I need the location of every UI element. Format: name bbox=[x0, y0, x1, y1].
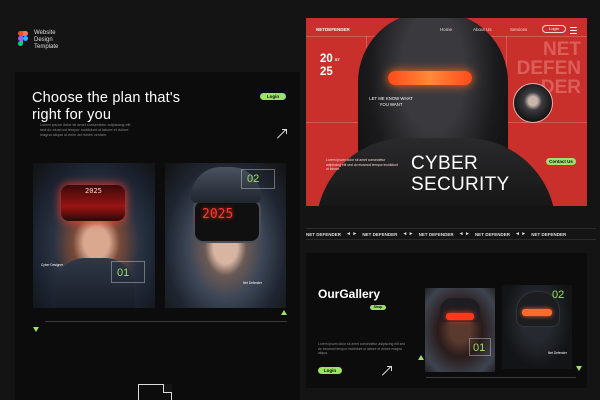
ticker-item: NET DEFENDER bbox=[418, 231, 454, 237]
ticker-separator: ◄ ► bbox=[514, 231, 527, 237]
ticker-item: NET DEFENDER bbox=[531, 231, 567, 237]
arrow-up-right-icon[interactable] bbox=[382, 366, 392, 376]
pricing-plan-panel: Choose the plan that's right for you Log… bbox=[15, 72, 300, 400]
nav-home[interactable]: Home bbox=[440, 27, 452, 32]
document-icon bbox=[138, 384, 172, 400]
brand-header: Website Design Template bbox=[18, 30, 58, 51]
hero-logo[interactable]: NETDEFENDER bbox=[316, 27, 350, 32]
card-number: 01 bbox=[473, 342, 486, 354]
hero-description: Lorem ipsum dolor sit amet consectetur a… bbox=[326, 158, 398, 171]
ticker-bar: NET DEFENDER ◄ ► NET DEFENDER ◄ ► NET DE… bbox=[306, 228, 596, 240]
plan-description: Lorem ipsum dolor sit amet consectetur a… bbox=[40, 123, 131, 137]
divider bbox=[426, 377, 576, 378]
hero-title: CYBER SECURITY bbox=[411, 153, 510, 195]
hero-visor-glow bbox=[388, 71, 472, 85]
gallery-panel: OurGallery Shop Lorem ipsum dolor sit am… bbox=[306, 253, 587, 388]
gallery-title: OurGallery bbox=[318, 287, 381, 301]
hero-tagline: LET ME KNOW WHAT YOU WANT bbox=[369, 96, 413, 107]
nav-services[interactable]: Services bbox=[510, 27, 527, 32]
arrow-up-icon[interactable] bbox=[281, 310, 287, 315]
card-caption: Net Defender bbox=[243, 281, 262, 285]
ticker-item: NET DEFENDER bbox=[362, 231, 398, 237]
card-caption: Net Defender bbox=[548, 351, 567, 355]
gallery-description: Lorem ipsum dolor sit amet consectetur a… bbox=[318, 342, 406, 355]
ticker-item: NET DEFENDER bbox=[306, 231, 342, 237]
brand-name: Website Design Template bbox=[34, 30, 59, 50]
shop-button[interactable]: Shop bbox=[370, 305, 386, 310]
hero-year: 20 ST 25 bbox=[320, 53, 340, 78]
gallery-image-2[interactable]: 02 Net Defender bbox=[502, 285, 572, 369]
arrow-down-icon[interactable] bbox=[33, 327, 39, 332]
hero-section: NET DEFEN DER NETDEFENDER Home About Us … bbox=[306, 18, 587, 206]
menu-icon[interactable] bbox=[570, 27, 577, 36]
arrow-up-icon[interactable] bbox=[418, 355, 424, 360]
gallery-card-1[interactable]: 2025 Cyber Designer 01 bbox=[33, 163, 155, 308]
ticker-separator: ◄ ► bbox=[458, 231, 470, 237]
gallery-card-2[interactable]: 2025 02 Net Defender bbox=[165, 163, 286, 308]
visor-text: 2025 bbox=[202, 207, 234, 222]
ticker-separator: ◄ ► bbox=[346, 231, 358, 237]
arrow-down-icon[interactable] bbox=[576, 366, 582, 371]
gallery-login-button[interactable]: Login bbox=[318, 367, 342, 374]
plan-title: Choose the plan that's right for you bbox=[32, 90, 181, 123]
avatar[interactable] bbox=[513, 83, 553, 123]
hero-login-button[interactable]: Login bbox=[542, 25, 566, 33]
card-caption: Cyber Designer bbox=[41, 263, 64, 267]
divider bbox=[45, 321, 287, 322]
ticker-separator: ◄ ► bbox=[402, 231, 414, 237]
card-number: 02 bbox=[552, 289, 565, 301]
card-number: 01 bbox=[117, 267, 130, 279]
arrow-up-right-icon[interactable] bbox=[277, 129, 287, 139]
number-frame bbox=[241, 169, 275, 189]
ticker-item: NET DEFENDER bbox=[474, 231, 510, 237]
gallery-image-1[interactable]: 01 bbox=[425, 288, 495, 372]
figma-logo-icon bbox=[18, 31, 28, 46]
visor-text: 2025 bbox=[85, 187, 102, 195]
nav-about[interactable]: About Us bbox=[473, 27, 492, 32]
contact-us-button[interactable]: Contact Us bbox=[546, 158, 576, 165]
login-button[interactable]: Login bbox=[260, 93, 286, 100]
